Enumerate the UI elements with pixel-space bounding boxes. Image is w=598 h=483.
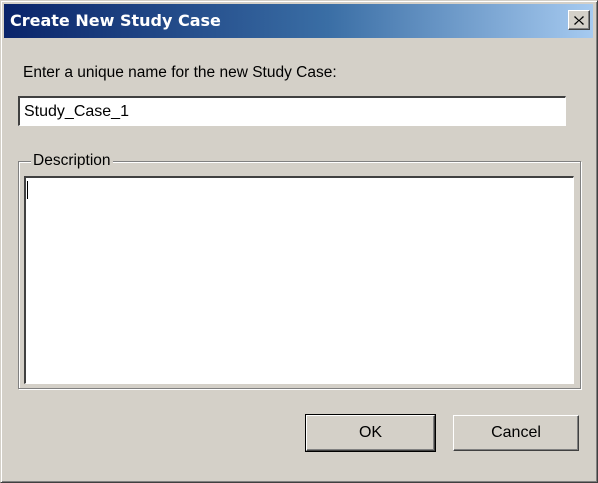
text-caret	[27, 181, 28, 199]
title-bar[interactable]: Create New Study Case	[4, 4, 593, 38]
window-title: Create New Study Case	[10, 11, 221, 30]
description-label: Description	[31, 152, 113, 170]
close-icon	[574, 15, 584, 25]
ok-button[interactable]: OK	[305, 414, 436, 452]
name-prompt-label: Enter a unique name for the new Study Ca…	[23, 64, 337, 81]
description-textarea[interactable]	[24, 176, 574, 384]
description-group: Description	[18, 152, 581, 389]
cancel-button[interactable]: Cancel	[453, 415, 579, 451]
close-button[interactable]	[568, 10, 590, 30]
create-study-case-dialog: Create New Study Case Enter a unique nam…	[0, 0, 598, 483]
study-case-name-input[interactable]	[18, 96, 566, 126]
